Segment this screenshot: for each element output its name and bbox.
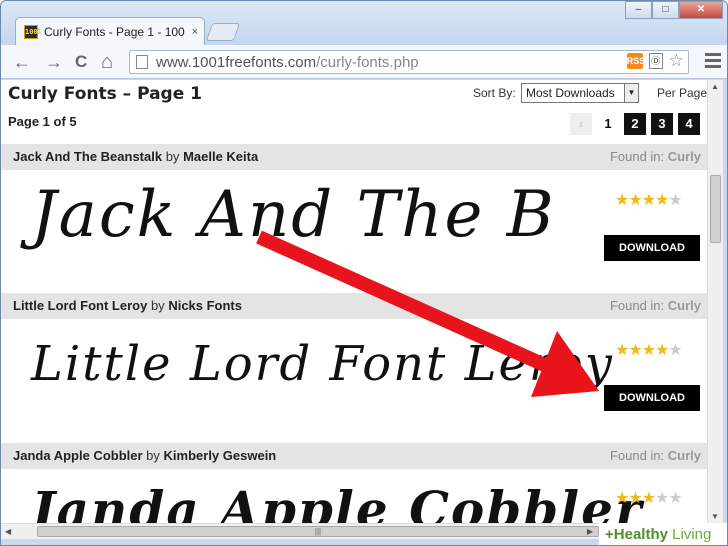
scroll-thumb[interactable] [710, 175, 721, 243]
sort-select[interactable]: Most Downloads ▼ [521, 83, 639, 103]
home-icon[interactable]: ⌂ [101, 52, 113, 72]
font-row-header: Jack And The Beanstalk by Maelle Keita F… [1, 144, 707, 170]
font-preview[interactable]: Janda Apple Cobbler [31, 480, 643, 523]
category-link[interactable]: Curly [668, 298, 701, 313]
browser-window: 1001 Curly Fonts - Page 1 - 100 × – □ ✕ … [0, 0, 728, 546]
found-label: Found in: [609, 298, 665, 313]
font-row-header: Little Lord Font Leroy by Nicks Fonts Fo… [1, 293, 707, 319]
found-label: Found in: [609, 149, 665, 164]
plus-icon: + [605, 526, 614, 543]
watermark-logo: +Healthy Living [599, 523, 727, 545]
favicon-icon: 1001 [24, 24, 42, 39]
close-window-button[interactable]: ✕ [679, 1, 723, 19]
back-icon[interactable]: ← [13, 53, 31, 71]
star-filled-icon: ★ [641, 342, 656, 359]
star-empty-icon: ★ [668, 342, 682, 359]
tab-title: Curly Fonts - Page 1 - 100 [44, 24, 185, 39]
watermark-word-2: Living [672, 526, 712, 543]
star-filled-icon: ★ [641, 490, 656, 507]
download-button[interactable]: DOWNLOAD [604, 385, 700, 411]
sort-value: Most Downloads [526, 86, 615, 100]
star-filled-icon: ★ [615, 342, 629, 359]
rating-stars: ★★★★★ [615, 488, 683, 508]
browser-tab[interactable]: 1001 Curly Fonts - Page 1 - 100 × [15, 17, 205, 45]
font-row-header: Janda Apple Cobbler by Kimberly Geswein … [1, 443, 707, 469]
browser-toolbar: ← → C ⌂ www.1001freefonts.com/curly-font… [1, 45, 727, 79]
star-empty-icon: ★ [668, 192, 682, 209]
by-label: by [150, 298, 165, 313]
by-label: by [165, 149, 180, 164]
new-tab-button[interactable] [205, 23, 241, 41]
maximize-button[interactable]: □ [652, 1, 679, 19]
font-preview[interactable]: Jack And The B [31, 178, 556, 252]
author-link[interactable]: Kimberly Geswein [164, 448, 277, 463]
font-preview[interactable]: Little Lord Font Leroy [31, 336, 614, 392]
page-content: Curly Fonts – Page 1 Sort By: Most Downl… [1, 80, 707, 523]
sort-label: Sort By: [473, 86, 516, 100]
found-in: Found in: Curly [610, 144, 701, 170]
chevron-down-icon: ▼ [624, 84, 638, 102]
star-filled-icon: ★ [655, 342, 669, 359]
found-label: Found in: [609, 448, 665, 463]
scroll-down-icon[interactable]: ▼ [711, 512, 719, 521]
per-page-label: Per Page [657, 86, 707, 100]
star-filled-icon: ★ [641, 192, 656, 209]
pager-page-1[interactable]: 1 [597, 113, 619, 135]
star-empty-icon: ★ [655, 490, 669, 507]
font-name-link[interactable]: Janda Apple Cobbler [13, 448, 143, 463]
address-bar[interactable]: www.1001freefonts.com/curly-fonts.php RS… [129, 50, 689, 74]
reload-icon[interactable]: C [75, 53, 87, 71]
watermark-word-1: Healthy [613, 526, 668, 543]
rating-stars: ★★★★★ [615, 190, 683, 210]
pager-page-3[interactable]: 3 [651, 113, 673, 135]
hscroll-thumb[interactable]: ||| [37, 526, 599, 537]
star-filled-icon: ★ [628, 342, 642, 359]
url-host: www.1001freefonts.com [156, 53, 317, 71]
star-filled-icon: ★ [615, 192, 629, 209]
extension-icon[interactable]: Ⓓ [648, 53, 663, 69]
rating-stars: ★★★★★ [615, 340, 683, 360]
page-count: Page 1 of 5 [8, 114, 77, 129]
rss-icon[interactable]: RSS [626, 53, 645, 69]
scroll-left-icon[interactable]: ◀ [5, 527, 11, 536]
window-controls: – □ ✕ [625, 1, 723, 19]
star-filled-icon: ★ [628, 490, 642, 507]
font-name-link[interactable]: Little Lord Font Leroy [13, 298, 147, 313]
bookmark-star-icon[interactable]: ☆ [669, 52, 684, 69]
by-label: by [146, 448, 160, 463]
author-link[interactable]: Nicks Fonts [168, 298, 242, 313]
star-filled-icon: ★ [655, 192, 669, 209]
forward-icon[interactable]: → [45, 53, 63, 71]
scroll-up-icon[interactable]: ▲ [711, 82, 719, 91]
page-icon [136, 55, 148, 69]
star-filled-icon: ★ [615, 490, 629, 507]
pagination: ‹ 1 2 3 4 [570, 113, 700, 135]
page-title: Curly Fonts – Page 1 [8, 84, 202, 104]
star-filled-icon: ★ [628, 192, 642, 209]
author-link[interactable]: Maelle Keita [183, 149, 258, 164]
category-link[interactable]: Curly [668, 149, 701, 164]
download-button[interactable]: DOWNLOAD [604, 235, 700, 261]
url-path: /curly-fonts.php [316, 53, 419, 71]
found-in: Found in: Curly [610, 443, 701, 469]
minimize-button[interactable]: – [625, 1, 652, 19]
star-empty-icon: ★ [668, 490, 682, 507]
menu-icon[interactable] [705, 53, 721, 71]
pager-page-4[interactable]: 4 [678, 113, 700, 135]
tab-close-icon[interactable]: × [192, 26, 198, 38]
vertical-scrollbar[interactable]: ▲ ▼ [707, 80, 723, 523]
title-bar: 1001 Curly Fonts - Page 1 - 100 × – □ ✕ [1, 1, 727, 45]
category-link[interactable]: Curly [668, 448, 701, 463]
scroll-right-icon[interactable]: ▶ [587, 527, 593, 536]
pager-prev-button[interactable]: ‹ [570, 113, 592, 135]
pager-page-2[interactable]: 2 [624, 113, 646, 135]
found-in: Found in: Curly [610, 293, 701, 319]
font-name-link[interactable]: Jack And The Beanstalk [13, 149, 162, 164]
